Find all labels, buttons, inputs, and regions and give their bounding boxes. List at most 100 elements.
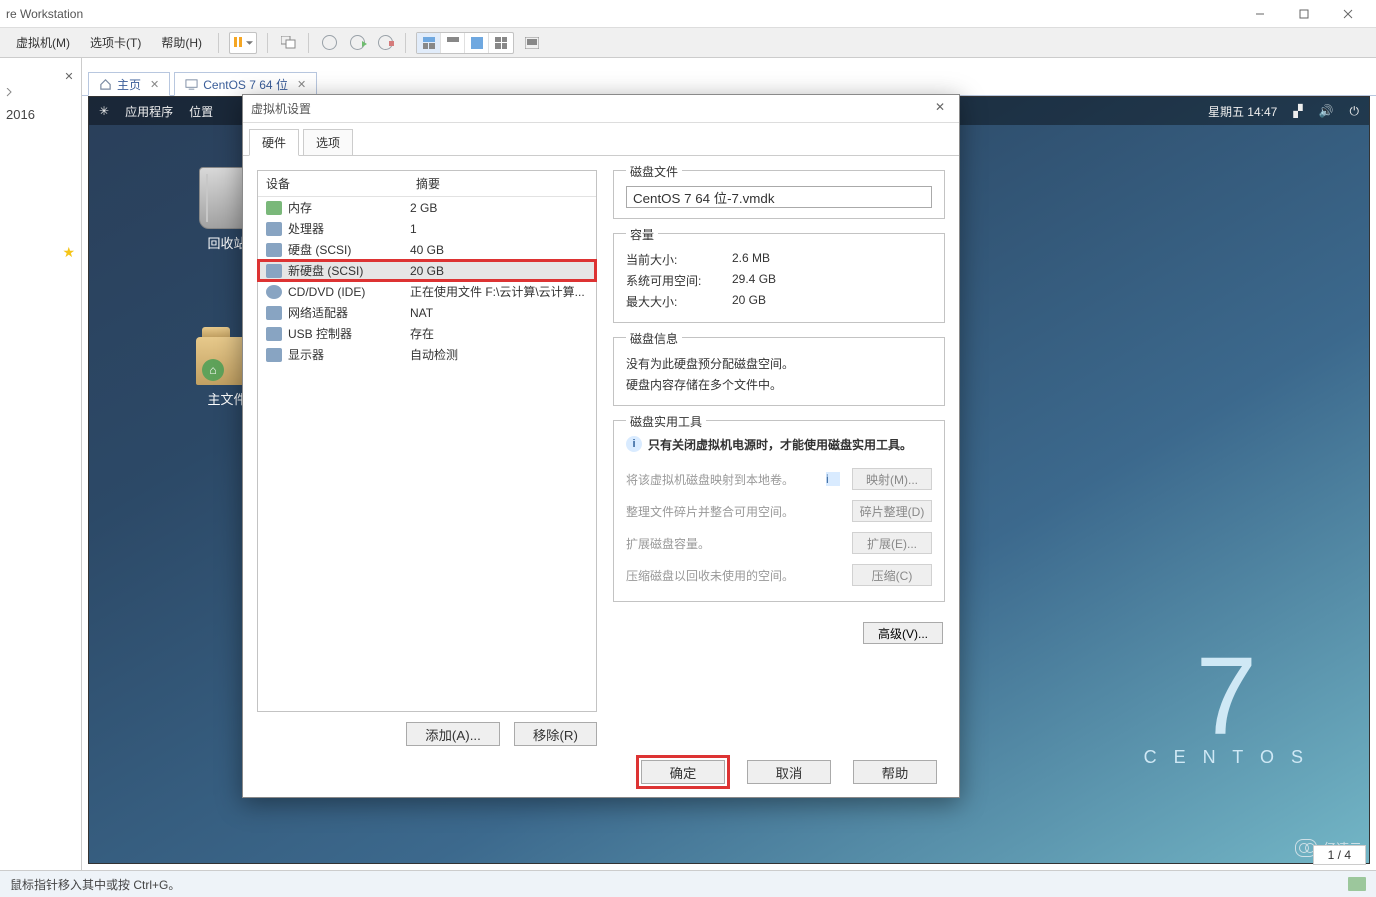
sidebar-item-2016[interactable]: 2016	[6, 107, 75, 122]
dialog-footer: 确定 取消 帮助	[243, 747, 959, 797]
disk-icon	[266, 243, 282, 257]
view-group	[416, 32, 514, 54]
device-row-usb[interactable]: USB 控制器存在	[258, 323, 596, 344]
window-controls	[1238, 2, 1370, 26]
send-keys-icon[interactable]	[276, 31, 300, 55]
favorite-star-icon[interactable]: ★	[62, 244, 75, 261]
separator	[267, 33, 268, 53]
device-row-disk[interactable]: 硬盘 (SCSI)40 GB	[258, 239, 596, 260]
fullscreen-icon[interactable]	[520, 31, 544, 55]
centos-word: C E N T O S	[1144, 747, 1309, 768]
window-title: re Workstation	[6, 7, 1238, 21]
sidebar: ✕ 2016 ★	[0, 58, 82, 870]
network-adapter-icon	[266, 306, 282, 320]
tab-close-icon[interactable]: ✕	[297, 78, 306, 91]
dialog-close-icon[interactable]: ✕	[929, 100, 951, 118]
snapshot-take-icon[interactable]	[317, 31, 341, 55]
status-bar: 鼠标指针移入其中或按 Ctrl+G。	[0, 870, 1376, 897]
separator	[308, 33, 309, 53]
device-status-icon[interactable]	[1348, 877, 1366, 891]
ok-button[interactable]: 确定	[641, 760, 725, 784]
centos-wallpaper-logo: 7 C E N T O S	[1144, 653, 1309, 768]
tab-hardware[interactable]: 硬件	[249, 129, 299, 156]
capacity-group: 容量 当前大小:2.6 MB 系统可用空间:29.4 GB 最大大小:20 GB	[613, 233, 945, 323]
places-menu[interactable]: 位置	[189, 103, 213, 120]
pause-button[interactable]	[229, 32, 257, 54]
view-layout-2[interactable]	[441, 33, 465, 53]
info-icon: i	[626, 436, 642, 452]
device-row-display[interactable]: 显示器自动检测	[258, 344, 596, 365]
tab-home[interactable]: 主页 ✕	[88, 72, 170, 96]
volume-icon[interactable]: 🔊	[1319, 104, 1334, 118]
monitor-icon	[185, 78, 198, 91]
disk-detail-pane: 磁盘文件 容量 当前大小:2.6 MB 系统可用空间:29.4 GB 最大大小:…	[613, 170, 945, 746]
expand-text: 扩展磁盘容量。	[626, 535, 840, 552]
device-row-cdrom[interactable]: CD/DVD (IDE)正在使用文件 F:\云计算\云计算...	[258, 281, 596, 302]
device-row-new-disk[interactable]: 新硬盘 (SCSI)20 GB	[258, 260, 596, 281]
remove-device-button[interactable]: 移除(R)	[514, 722, 597, 746]
device-row-cpu[interactable]: 处理器1	[258, 218, 596, 239]
defrag-text: 整理文件碎片并整合可用空间。	[626, 503, 840, 520]
view-layout-4[interactable]	[489, 33, 513, 53]
page-counter: 1 / 4	[1313, 845, 1366, 865]
info-icon[interactable]: i	[826, 472, 840, 486]
disk-file-input[interactable]	[626, 186, 932, 208]
disk-info-line2: 硬盘内容存储在多个文件中。	[626, 374, 932, 395]
view-layout-1[interactable]	[417, 33, 441, 53]
cap-curr-label: 当前大小:	[626, 251, 726, 268]
cancel-button[interactable]: 取消	[747, 760, 831, 784]
menu-tab[interactable]: 选项卡(T)	[80, 30, 151, 55]
compact-button[interactable]: 压缩(C)	[852, 564, 932, 586]
defrag-button[interactable]: 碎片整理(D)	[852, 500, 932, 522]
tab-centos[interactable]: CentOS 7 64 位 ✕	[174, 72, 317, 96]
centos-7-number: 7	[1144, 653, 1309, 741]
device-list-header: 设备 摘要	[258, 171, 596, 197]
map-button[interactable]: 映射(M)...	[852, 468, 932, 490]
maximize-button[interactable]	[1282, 2, 1326, 26]
home-icon	[99, 78, 112, 91]
capacity-title: 容量	[626, 226, 658, 243]
disk-util-group: 磁盘实用工具 i只有关闭虚拟机电源时，才能使用磁盘实用工具。 将该虚拟机磁盘映射…	[613, 420, 945, 602]
network-icon[interactable]: ▞	[1293, 104, 1302, 118]
menu-bar: 虚拟机(M) 选项卡(T) 帮助(H)	[0, 28, 1376, 58]
dialog-tabs: 硬件 选项	[243, 123, 959, 156]
util-note: i只有关闭虚拟机电源时，才能使用磁盘实用工具。	[626, 436, 932, 453]
advanced-button[interactable]: 高级(V)...	[863, 622, 943, 644]
device-list[interactable]: 设备 摘要 内存2 GB 处理器1 硬盘 (SCSI)40 GB 新硬盘 (SC…	[257, 170, 597, 712]
expand-button[interactable]: 扩展(E)...	[852, 532, 932, 554]
dialog-body: 设备 摘要 内存2 GB 处理器1 硬盘 (SCSI)40 GB 新硬盘 (SC…	[243, 156, 959, 746]
tab-close-icon[interactable]: ✕	[150, 78, 159, 91]
menu-vm[interactable]: 虚拟机(M)	[6, 30, 80, 55]
tab-options[interactable]: 选项	[303, 129, 353, 155]
cap-avail-val: 29.4 GB	[732, 272, 776, 289]
tab-home-label: 主页	[117, 76, 141, 93]
cpu-icon	[266, 222, 282, 236]
disk-info-title: 磁盘信息	[626, 330, 682, 347]
minimize-button[interactable]	[1238, 2, 1282, 26]
sidebar-close-icon[interactable]: ✕	[61, 68, 77, 84]
disk-file-group: 磁盘文件	[613, 170, 945, 219]
close-button[interactable]	[1326, 2, 1370, 26]
menu-help[interactable]: 帮助(H)	[151, 30, 212, 55]
display-icon	[266, 348, 282, 362]
device-buttons: 添加(A)... 移除(R)	[257, 712, 597, 746]
disk-info-group: 磁盘信息 没有为此硬盘预分配磁盘空间。 硬盘内容存储在多个文件中。	[613, 337, 945, 406]
help-button[interactable]: 帮助	[853, 760, 937, 784]
clock-label[interactable]: 星期五 14:47	[1208, 103, 1277, 120]
dialog-title-bar[interactable]: 虚拟机设置 ✕	[243, 95, 959, 123]
view-layout-3[interactable]	[465, 33, 489, 53]
cap-max-val: 20 GB	[732, 293, 766, 310]
device-row-network[interactable]: 网络适配器NAT	[258, 302, 596, 323]
compact-text: 压缩磁盘以回收未使用的空间。	[626, 567, 840, 584]
header-summary: 摘要	[416, 175, 440, 192]
device-row-memory[interactable]: 内存2 GB	[258, 197, 596, 218]
snapshot-revert-icon[interactable]	[345, 31, 369, 55]
add-device-button[interactable]: 添加(A)...	[406, 722, 500, 746]
power-icon[interactable]: ⏻	[1350, 104, 1360, 119]
gnome-icon[interactable]: ✳	[99, 104, 109, 118]
snapshot-manage-icon[interactable]	[373, 31, 397, 55]
disk-icon	[266, 264, 282, 278]
applications-menu[interactable]: 应用程序	[125, 103, 173, 120]
map-text: 将该虚拟机磁盘映射到本地卷。	[626, 471, 814, 488]
cdrom-icon	[266, 285, 282, 299]
